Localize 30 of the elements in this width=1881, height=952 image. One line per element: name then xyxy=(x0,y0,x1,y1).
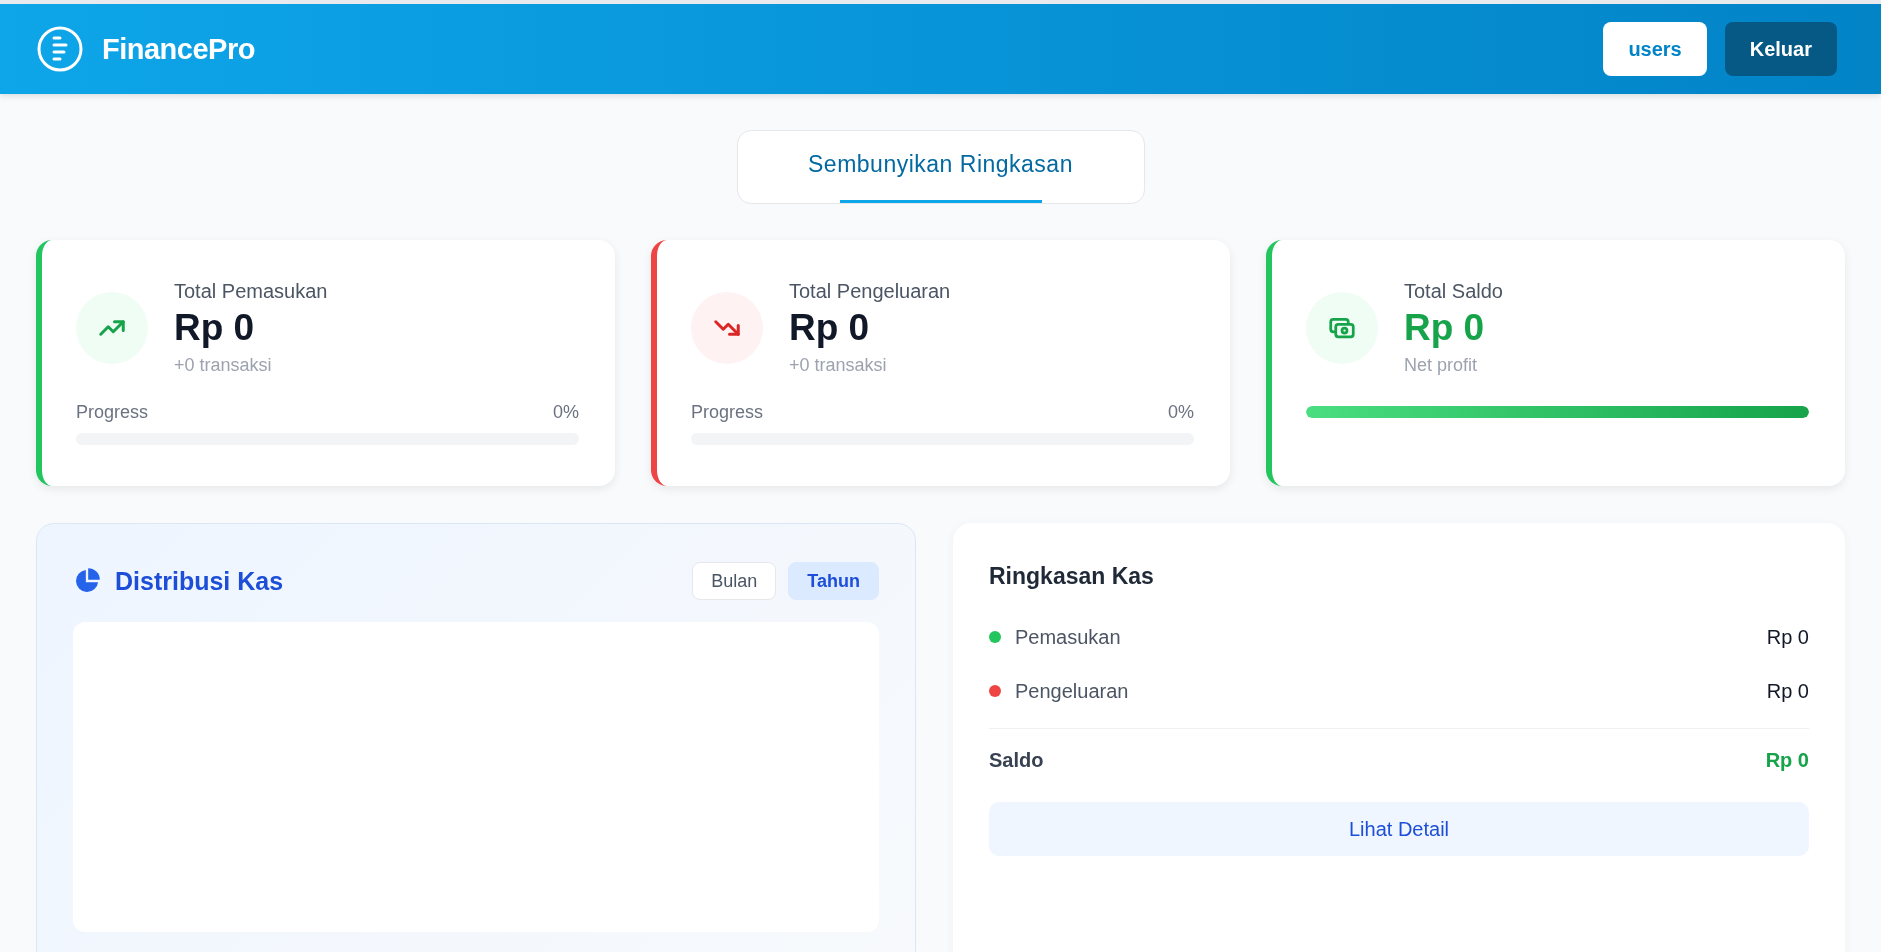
summary-amount: Rp 0 xyxy=(1766,679,1809,703)
logout-button[interactable]: Keluar xyxy=(1724,22,1837,76)
pie-chart-icon xyxy=(73,567,101,595)
card-amount: Rp 0 xyxy=(789,307,871,349)
card-title: Total Pengeluaran xyxy=(789,280,951,303)
logo-icon xyxy=(36,25,84,73)
progress-percent: 0% xyxy=(553,402,579,423)
card-amount: Rp 0 xyxy=(174,307,256,349)
progress-label: Progress xyxy=(76,402,149,423)
panel-title: Ringkasan Kas xyxy=(989,563,1155,590)
user-button[interactable]: users xyxy=(1603,22,1707,76)
summary-amount: Rp 0 xyxy=(1766,625,1809,649)
app-name: FinancePro xyxy=(102,32,255,66)
card-note: +0 transaksi xyxy=(789,355,888,376)
card-note: +0 transaksi xyxy=(174,355,273,376)
card-amount: Rp 0 xyxy=(1404,307,1486,349)
progress-label: Progress xyxy=(691,402,764,423)
card-note: Net profit xyxy=(1404,355,1479,376)
summary-label: Pemasukan xyxy=(1015,625,1122,649)
balance-amount: Rp 0 xyxy=(1765,749,1809,772)
card-title: Total Pemasukan xyxy=(174,280,328,303)
detail-button[interactable]: Lihat Detail xyxy=(989,802,1809,856)
summary-label: Pengeluaran xyxy=(1015,679,1130,703)
summary-toggle-tab[interactable]: Sembunyikan Ringkasan xyxy=(736,130,1145,204)
balance-label: Saldo xyxy=(989,749,1044,772)
progress-percent: 0% xyxy=(1168,402,1194,423)
period-tab[interactable]: Bulan xyxy=(692,562,777,600)
period-tab[interactable]: Tahun xyxy=(788,562,879,600)
panel-title: Distribusi Kas xyxy=(115,566,284,596)
card-title: Total Saldo xyxy=(1404,280,1503,303)
